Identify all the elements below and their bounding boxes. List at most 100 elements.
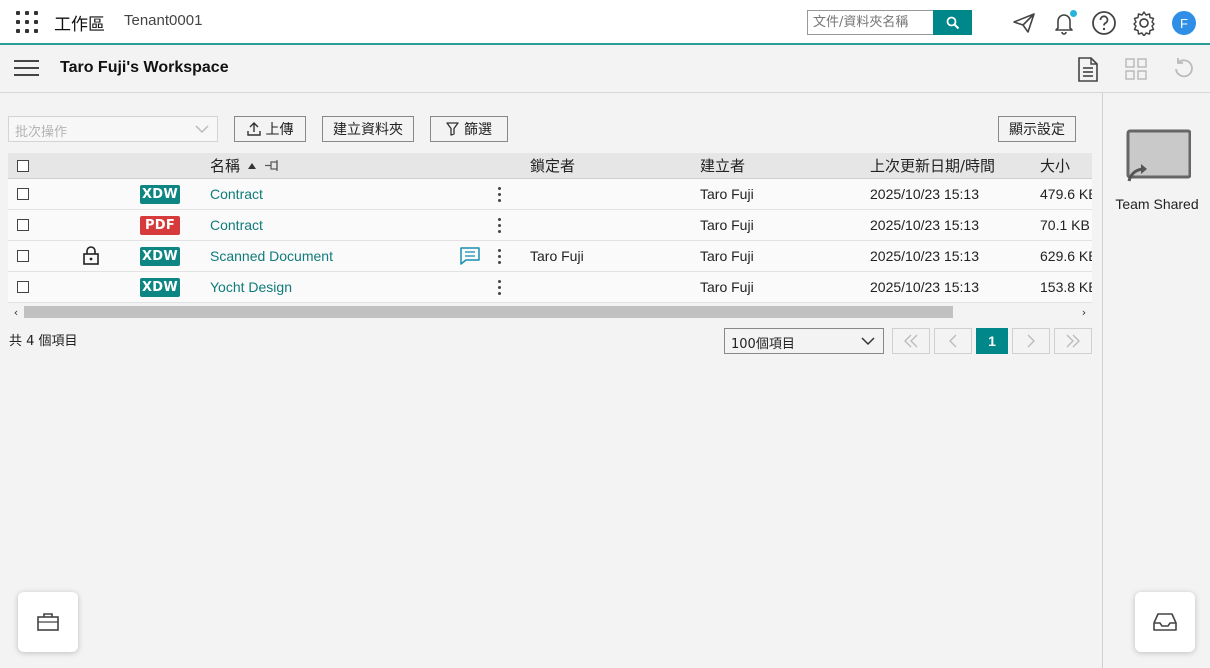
table-row[interactable]: XDW Yocht Design Taro Fuji 2025/10/23 15:13…: [8, 272, 1092, 303]
workspace-header: Taro Fuji's Workspace: [0, 45, 1210, 93]
notifications-button[interactable]: [1050, 9, 1078, 37]
column-header-size[interactable]: 大小: [1040, 153, 1070, 178]
inbox-button[interactable]: [1135, 592, 1195, 652]
double-chevron-left-icon: [904, 334, 918, 348]
double-chevron-right-icon: [1066, 334, 1080, 348]
file-table: 名稱 鎖定者 建立者 上次更新日期/時間 大小 XDW Contract Taro …: [8, 153, 1092, 303]
notification-dot: [1070, 10, 1077, 17]
select-all-checkbox[interactable]: [17, 153, 29, 178]
file-type-badge: XDW: [140, 179, 180, 209]
file-type-label: XDW: [140, 246, 180, 266]
undo-icon: [1175, 58, 1193, 78]
comment-icon[interactable]: [460, 241, 480, 271]
grid-icon: [1125, 58, 1147, 80]
settings-button[interactable]: [1130, 9, 1158, 37]
column-name-label: 名稱: [210, 157, 241, 175]
file-name-link[interactable]: Scanned Document: [210, 241, 333, 271]
next-page-button[interactable]: [1012, 328, 1050, 354]
more-actions-button[interactable]: [497, 210, 501, 240]
row-checkbox[interactable]: [17, 272, 29, 302]
file-name-link[interactable]: Contract: [210, 210, 263, 240]
batch-operations-select[interactable]: 批次操作: [8, 116, 218, 142]
updated-cell: 2025/10/23 15:13: [870, 186, 979, 202]
display-settings-label: 顯示設定: [1009, 122, 1065, 138]
filter-button[interactable]: 篩選: [430, 116, 508, 142]
table-row[interactable]: XDW Contract Taro Fuji 2025/10/23 15:13 479.…: [8, 179, 1092, 210]
create-folder-button[interactable]: 建立資料夾: [322, 116, 414, 142]
refresh-button[interactable]: [1170, 55, 1198, 83]
kebab-icon: [497, 186, 501, 202]
display-settings-button[interactable]: 顯示設定: [998, 116, 1076, 142]
kebab-icon: [497, 217, 501, 233]
row-checkbox[interactable]: [17, 179, 29, 209]
table-row[interactable]: XDW Scanned Document Taro Fuji Taro Fuji 202…: [8, 241, 1092, 272]
row-checkbox[interactable]: [17, 241, 29, 271]
horizontal-scrollbar[interactable]: ‹ ›: [8, 304, 1092, 320]
send-button[interactable]: [1010, 9, 1038, 37]
briefcase-button[interactable]: [18, 592, 78, 652]
file-type-label: XDW: [140, 277, 180, 297]
first-page-button[interactable]: [892, 328, 930, 354]
table-row[interactable]: PDF Contract Taro Fuji 2025/10/23 15:13 70.1…: [8, 210, 1092, 241]
column-header-created-by[interactable]: 建立者: [700, 153, 745, 178]
scroll-right-button[interactable]: ›: [1078, 306, 1090, 319]
app-launcher-icon[interactable]: [16, 11, 38, 33]
gear-icon: [1133, 11, 1155, 36]
app-title: 工作區: [54, 15, 105, 35]
right-panel: Team Shared: [1102, 93, 1210, 668]
column-header-name[interactable]: 名稱: [210, 153, 280, 178]
grid-view-button[interactable]: [1122, 55, 1150, 83]
chevron-down-icon: [195, 125, 209, 134]
items-per-page-select[interactable]: 100個項目: [724, 328, 884, 354]
created-by-cell: Taro Fuji: [700, 217, 754, 233]
row-checkbox[interactable]: [17, 210, 29, 240]
filter-label: 篩選: [464, 122, 492, 138]
created-by-cell: Taro Fuji: [700, 248, 754, 264]
column-header-updated[interactable]: 上次更新日期/時間: [870, 153, 995, 178]
filter-icon: [446, 122, 459, 136]
previous-page-button[interactable]: [934, 328, 972, 354]
chevron-right-icon: [1027, 334, 1035, 348]
shared-tray-icon: [1126, 129, 1191, 182]
search-input[interactable]: [807, 10, 934, 35]
size-cell: 629.6 KB: [1040, 248, 1092, 264]
file-name-link[interactable]: Contract: [210, 179, 263, 209]
updated-cell: 2025/10/23 15:13: [870, 279, 979, 295]
lock-icon: [82, 241, 100, 271]
menu-icon[interactable]: [14, 58, 39, 78]
team-shared-label[interactable]: Team Shared: [1103, 196, 1210, 212]
help-button[interactable]: [1090, 9, 1118, 37]
more-actions-button[interactable]: [497, 179, 501, 209]
search-icon: [946, 16, 959, 29]
file-type-badge: XDW: [140, 241, 180, 271]
document-icon: [1078, 56, 1098, 82]
scrollbar-thumb[interactable]: [24, 306, 953, 318]
scroll-left-button[interactable]: ‹: [10, 306, 22, 319]
sort-ascending-icon: [248, 162, 257, 169]
more-actions-button[interactable]: [497, 241, 501, 271]
paper-plane-icon: [1013, 13, 1035, 33]
chevron-left-icon: [949, 334, 957, 348]
upload-button[interactable]: 上傳: [234, 116, 306, 142]
page-1-button[interactable]: 1: [976, 328, 1008, 354]
last-page-button[interactable]: [1054, 328, 1092, 354]
updated-cell: 2025/10/23 15:13: [870, 217, 979, 233]
created-by-cell: Taro Fuji: [700, 279, 754, 295]
file-type-badge: XDW: [140, 272, 180, 302]
size-cell: 70.1 KB: [1040, 217, 1090, 233]
locked-by-cell: Taro Fuji: [530, 248, 584, 264]
kebab-icon: [497, 248, 501, 264]
team-shared-folder[interactable]: [1125, 129, 1191, 185]
more-actions-button[interactable]: [497, 272, 501, 302]
upload-icon: [246, 122, 261, 136]
avatar[interactable]: F: [1172, 11, 1196, 35]
briefcase-icon: [37, 613, 59, 631]
size-cell: 479.6 KB: [1040, 186, 1092, 202]
pin-column-icon[interactable]: [264, 159, 280, 172]
created-by-cell: Taro Fuji: [700, 186, 754, 202]
file-name-link[interactable]: Yocht Design: [210, 272, 292, 302]
search-button[interactable]: [933, 10, 972, 35]
kebab-icon: [497, 279, 501, 295]
list-view-button[interactable]: [1074, 55, 1102, 83]
column-header-locked-by[interactable]: 鎖定者: [530, 153, 575, 178]
